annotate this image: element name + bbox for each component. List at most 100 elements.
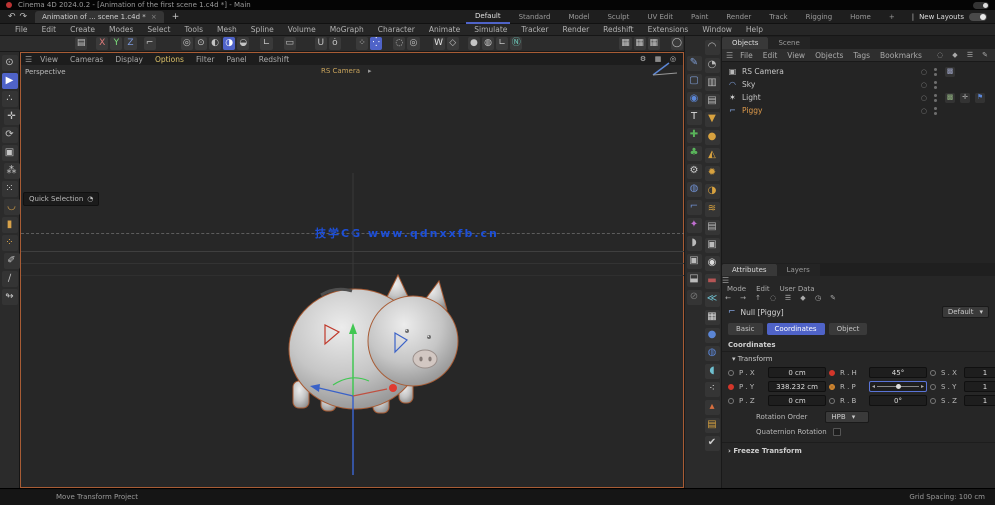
axis-snap-icon[interactable]: ∟ bbox=[496, 37, 509, 50]
viewport-solo-selection-icon[interactable]: ◑ bbox=[223, 37, 236, 50]
search-icon[interactable]: ◌ bbox=[935, 50, 945, 60]
slider-knob[interactable] bbox=[895, 384, 901, 389]
knife-tool-icon[interactable]: ∕ bbox=[1, 271, 18, 287]
keyframe-dot-py[interactable] bbox=[728, 383, 734, 390]
spline-arc-icon[interactable]: ◡ bbox=[3, 199, 20, 215]
close-tab-icon[interactable]: × bbox=[151, 13, 157, 21]
disabled-icon[interactable]: ⊘ bbox=[686, 289, 702, 305]
keyframe-dot-sz[interactable] bbox=[930, 397, 936, 404]
px-field[interactable]: 0 cm bbox=[768, 367, 826, 378]
subdivision-surface-icon[interactable]: ◉ bbox=[686, 91, 702, 107]
pz-field[interactable]: 0 cm bbox=[768, 395, 826, 406]
visibility-dots[interactable] bbox=[934, 106, 937, 115]
stack-icon[interactable]: ▤ bbox=[704, 93, 720, 109]
target-tag-icon[interactable]: ✛ bbox=[960, 92, 970, 103]
obj-menu-view[interactable]: View bbox=[782, 51, 810, 60]
visibility-dots[interactable] bbox=[934, 67, 937, 76]
flag-tag-icon[interactable]: ⚑ bbox=[975, 92, 985, 103]
brush-tool-icon[interactable]: ✐ bbox=[3, 253, 20, 269]
tab-objects[interactable]: Objects bbox=[722, 37, 769, 49]
solo-follow-icon[interactable]: ◒ bbox=[237, 37, 250, 50]
live-selection-icon[interactable]: ▶ bbox=[1, 73, 18, 89]
layout-tab-standard[interactable]: Standard bbox=[510, 11, 560, 23]
attributes-burger-icon[interactable]: ☰ bbox=[722, 276, 731, 285]
monitor-icon[interactable]: ⬓ bbox=[686, 271, 702, 287]
menu-create[interactable]: Create bbox=[63, 25, 102, 34]
layout-tab-track[interactable]: Track bbox=[760, 11, 796, 23]
object-row-light[interactable]: ✶ Light ○ ▩ ✛ ⚑ bbox=[724, 91, 993, 104]
slider-left-icon[interactable]: ◂ bbox=[872, 383, 875, 390]
piggy-bank-model[interactable] bbox=[21, 53, 685, 487]
layout-tab-sculpt[interactable]: Sculpt bbox=[598, 11, 638, 23]
lock-icon[interactable]: ◆ bbox=[798, 293, 808, 303]
axis-icon[interactable]: ⌐ bbox=[686, 199, 702, 215]
grid-snap-icon[interactable]: ⁛ bbox=[370, 37, 383, 50]
spline-pen-icon[interactable]: ✎ bbox=[686, 55, 702, 71]
workplane-mode-icon[interactable]: ▭ bbox=[283, 37, 296, 50]
zoom-tool-icon[interactable]: ⊙ bbox=[1, 55, 18, 71]
obj-menu-bookmarks[interactable]: Bookmarks bbox=[875, 51, 927, 60]
back-icon[interactable]: ← bbox=[723, 293, 733, 303]
landscape-icon[interactable]: ≋ bbox=[704, 201, 720, 217]
bell-icon[interactable]: ◭ bbox=[704, 147, 720, 163]
py-field[interactable]: 338.232 cm bbox=[768, 381, 826, 392]
deformer-icon[interactable]: ✦ bbox=[686, 217, 702, 233]
hemisphere-icon[interactable]: ◗ bbox=[686, 235, 702, 251]
layout-tab-uvedit[interactable]: UV Edit bbox=[638, 11, 682, 23]
hay-stack-icon[interactable]: ▤ bbox=[704, 417, 720, 433]
quantize-icon[interactable]: ⁘ bbox=[355, 37, 369, 50]
points-mode-icon[interactable]: ⁂ bbox=[3, 163, 20, 179]
sz-field[interactable]: 1 bbox=[964, 395, 995, 406]
motext-icon[interactable]: T bbox=[686, 109, 702, 125]
blue-sphere-icon[interactable]: ● bbox=[704, 327, 720, 343]
menu-mesh[interactable]: Mesh bbox=[210, 25, 244, 34]
attr-menu-edit[interactable]: Edit bbox=[751, 285, 775, 293]
selection-options-icon[interactable]: ∴ bbox=[1, 91, 18, 107]
menu-volume[interactable]: Volume bbox=[281, 25, 323, 34]
render-dot-icon[interactable]: ○ bbox=[921, 107, 927, 115]
visibility-dots[interactable] bbox=[934, 80, 937, 89]
layout-tab-home[interactable]: Home bbox=[841, 11, 880, 23]
tracer-icon[interactable]: ♣ bbox=[686, 145, 702, 161]
history-icon[interactable]: ◷ bbox=[813, 293, 823, 303]
picture-icon[interactable]: ▤ bbox=[704, 219, 720, 235]
paint-roller-icon[interactable]: ▬ bbox=[704, 273, 720, 289]
spline-pen-icon[interactable]: ↬ bbox=[1, 289, 18, 305]
filter-icon[interactable]: ☰ bbox=[965, 50, 975, 60]
new-document-tab-button[interactable]: + bbox=[164, 12, 188, 22]
interactive-render-region-icon[interactable]: ◯ bbox=[670, 37, 683, 50]
texture-tag-icon[interactable]: ▩ bbox=[945, 92, 955, 103]
menu-window[interactable]: Window bbox=[695, 25, 739, 34]
menu-spline[interactable]: Spline bbox=[244, 25, 281, 34]
render-dot-icon[interactable]: ○ bbox=[921, 94, 927, 102]
earth-icon[interactable]: ◍ bbox=[704, 345, 720, 361]
render-settings-icon[interactable]: ▦ bbox=[647, 37, 660, 50]
forward-icon[interactable]: → bbox=[738, 293, 748, 303]
keyframe-dot-px[interactable] bbox=[728, 369, 734, 376]
menu-edit[interactable]: Edit bbox=[35, 25, 64, 34]
hands-icon[interactable]: ≪ bbox=[704, 291, 720, 307]
pie-icon[interactable]: ◑ bbox=[704, 183, 720, 199]
obj-menu-edit[interactable]: Edit bbox=[758, 51, 783, 60]
layout-tab-paint[interactable]: Paint bbox=[682, 11, 717, 23]
render-dot-icon[interactable]: ○ bbox=[921, 81, 927, 89]
disc-icon[interactable]: ◍ bbox=[686, 181, 702, 197]
lock-z-icon[interactable]: Z bbox=[124, 37, 137, 50]
menu-character[interactable]: Character bbox=[371, 25, 422, 34]
compositing-tag-icon[interactable]: ▩ bbox=[945, 66, 955, 77]
viewport-solo-hierarchy-icon[interactable]: ◐ bbox=[208, 37, 222, 50]
tab-attributes[interactable]: Attributes bbox=[722, 264, 777, 276]
menu-mograph[interactable]: MoGraph bbox=[323, 25, 371, 34]
visibility-dots[interactable] bbox=[934, 93, 937, 102]
menu-tracker[interactable]: Tracker bbox=[514, 25, 555, 34]
quaternion-checkbox[interactable] bbox=[832, 428, 841, 436]
rotation-order-dropdown[interactable]: HPB ▾ bbox=[825, 411, 870, 423]
polygon-mode-icon[interactable]: ▮ bbox=[1, 217, 18, 233]
object-row-camera[interactable]: ▣ RS Camera ○ ▩ bbox=[724, 65, 993, 78]
lock-x-icon[interactable]: X bbox=[96, 37, 109, 50]
sy-field[interactable]: 1 bbox=[964, 381, 995, 392]
redo-icon[interactable]: ↷ bbox=[20, 12, 28, 22]
film-reel-icon[interactable]: ✹ bbox=[704, 165, 720, 181]
layout-tab-add[interactable]: + bbox=[880, 11, 904, 23]
move-tool-icon[interactable]: ✛ bbox=[3, 109, 20, 125]
